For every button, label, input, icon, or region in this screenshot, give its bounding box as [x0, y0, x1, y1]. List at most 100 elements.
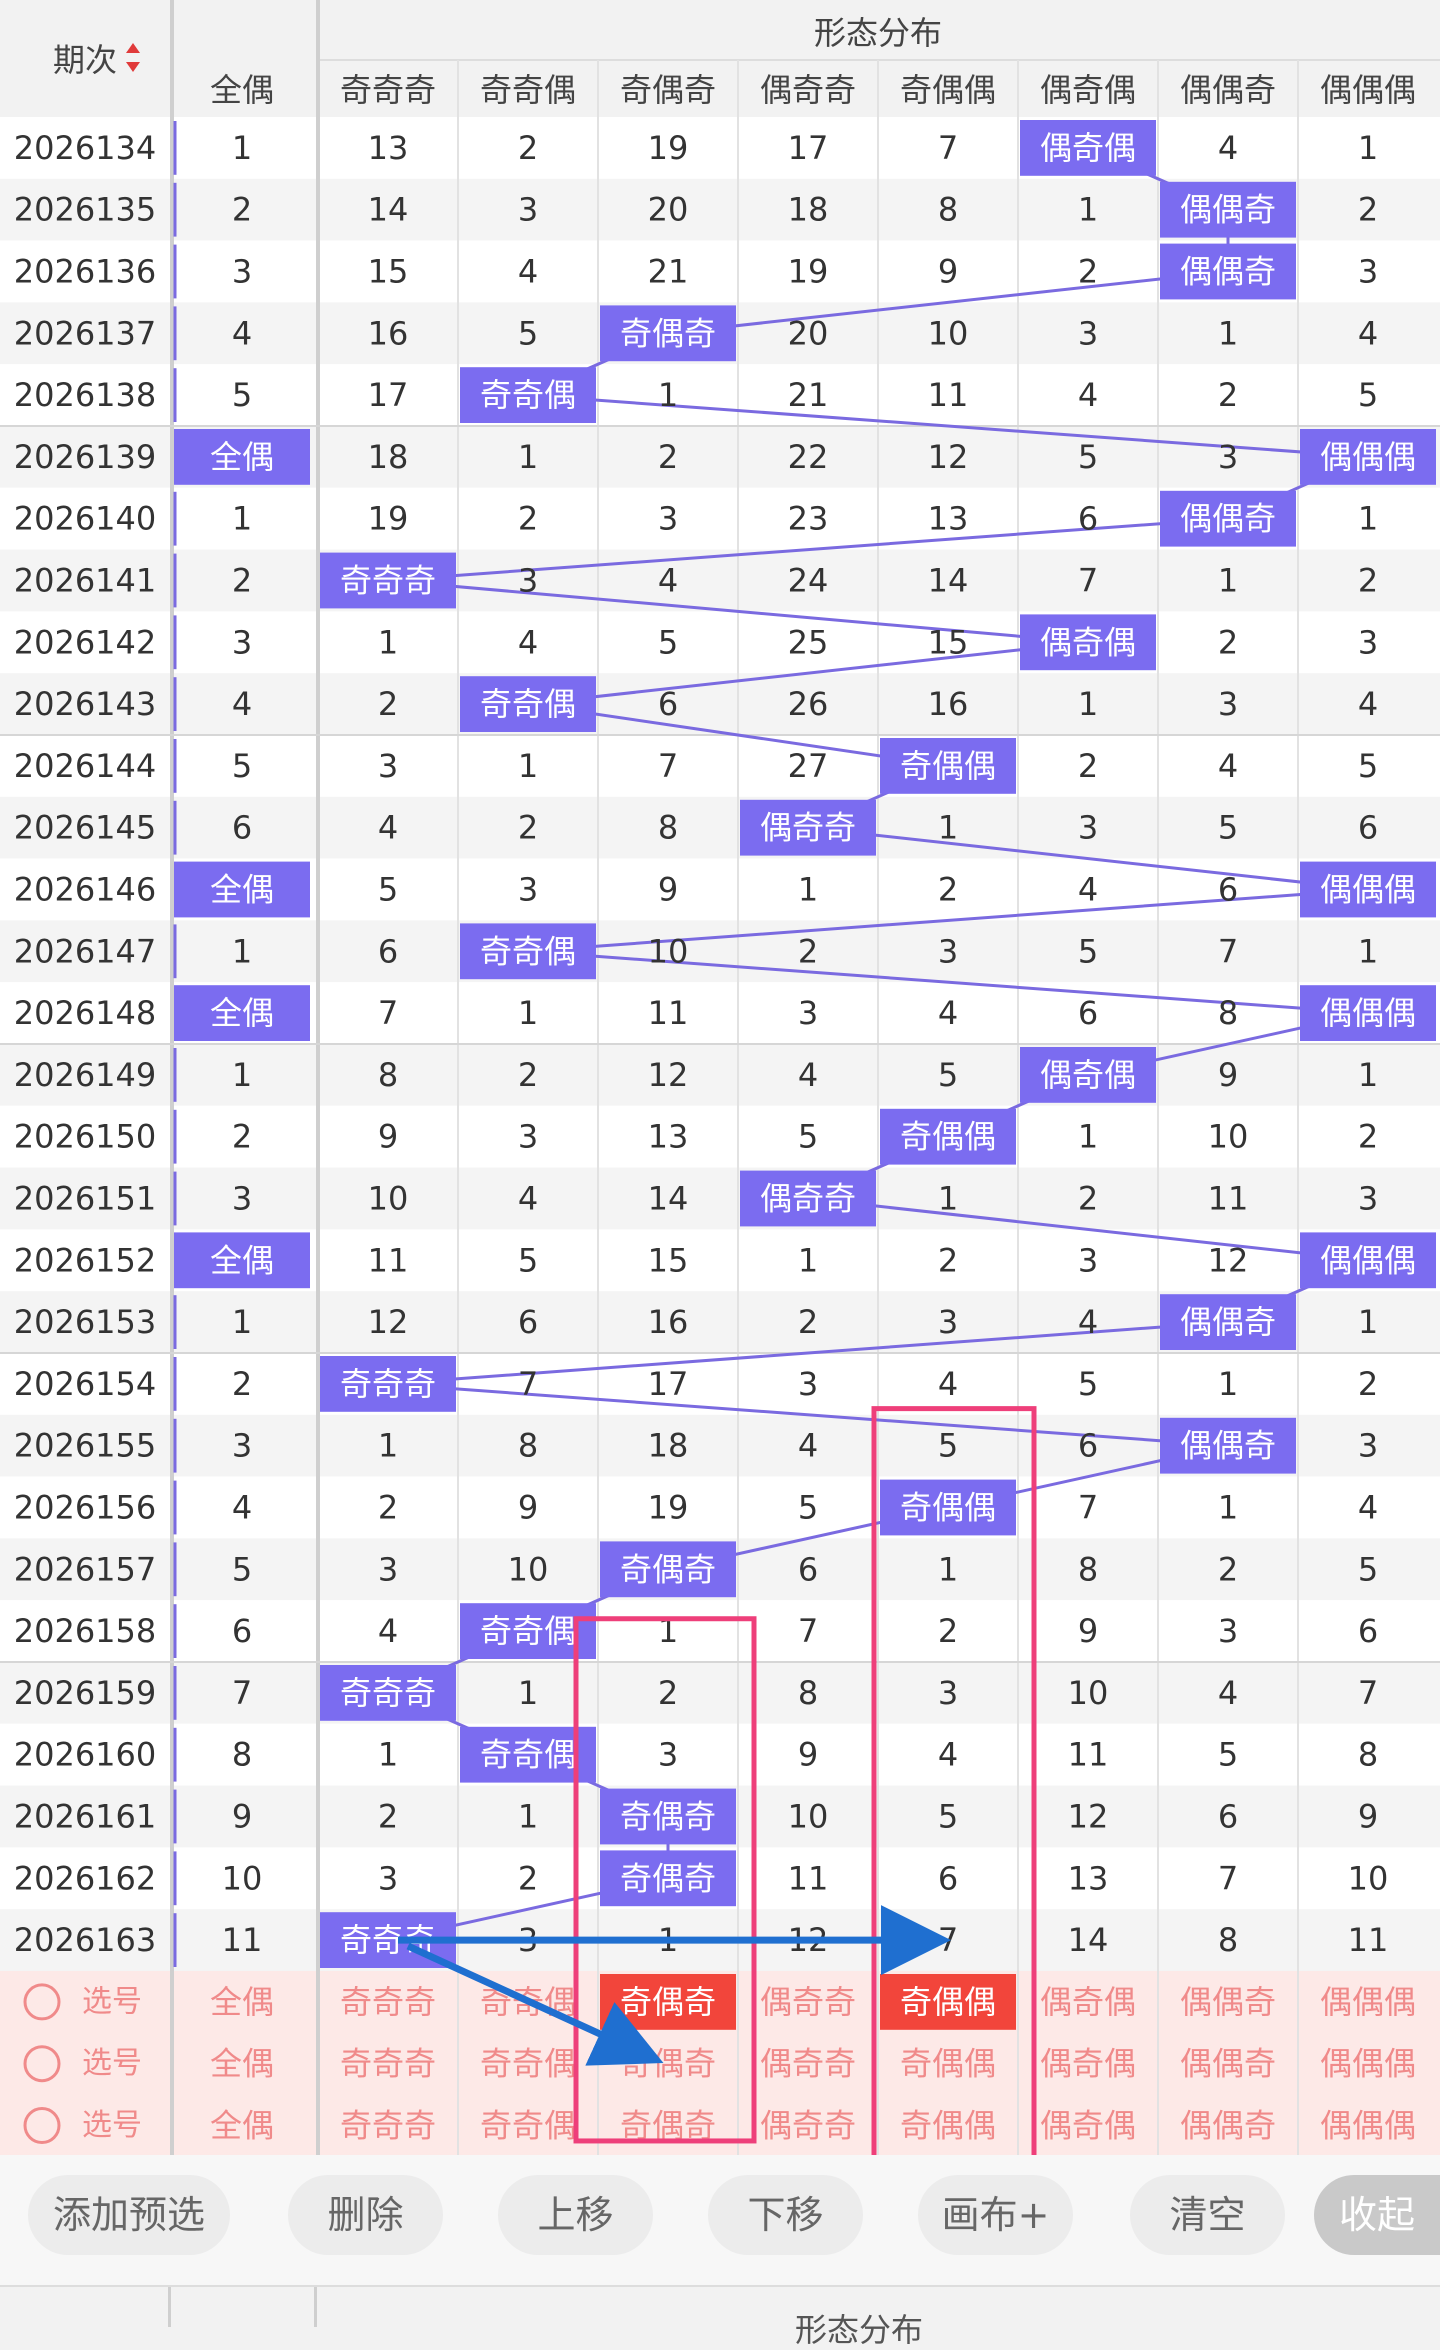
column-divider: [314, 2287, 317, 2327]
omission-cell: 2: [798, 932, 818, 970]
select-option[interactable]: 奇偶偶: [900, 2107, 996, 2145]
hit-cell-label: 偶偶奇: [1180, 1427, 1276, 1465]
select-row-label: 选号: [82, 1984, 142, 2019]
select-option[interactable]: 偶奇偶: [1040, 1983, 1136, 2021]
omission-cell: 8: [1078, 1550, 1098, 1588]
omission-cell: 11: [928, 376, 969, 414]
select-option[interactable]: 全偶: [210, 1983, 274, 2021]
period-cell: 2026141: [14, 562, 157, 600]
select-option[interactable]: 偶偶偶: [1320, 2045, 1416, 2083]
select-option[interactable]: 偶奇奇: [760, 2045, 856, 2083]
select-option[interactable]: 奇奇奇: [340, 2045, 436, 2083]
bottom-table-header: 形态分布: [0, 2285, 1440, 2350]
omission-cell: 4: [1078, 1303, 1098, 1341]
omission-cell: 2: [378, 1489, 398, 1527]
select-option[interactable]: 奇奇偶: [480, 2107, 576, 2145]
canvas-plus-button[interactable]: 画布+: [918, 2175, 1073, 2255]
hit-cell-label: 偶奇偶: [1040, 623, 1136, 661]
omission-cell: 11: [368, 1241, 409, 1279]
omission-cell: 3: [232, 623, 252, 661]
omission-cell: 12: [928, 438, 969, 476]
select-option[interactable]: 奇奇奇: [340, 2107, 436, 2145]
hit-cell-label: 奇偶奇: [620, 1798, 716, 1836]
hit-cell-label: 奇奇奇: [340, 1674, 436, 1712]
omission-cell: 9: [232, 1798, 252, 1836]
period-column-header[interactable]: 期次: [53, 41, 117, 79]
hit-cell-label: 奇奇奇: [340, 562, 436, 600]
omission-cell: 3: [1078, 1241, 1098, 1279]
omission-cell: 2: [1358, 1118, 1378, 1156]
omission-cell: 7: [798, 1612, 818, 1650]
select-option[interactable]: 偶奇奇: [760, 2107, 856, 2145]
move-up-button[interactable]: 上移: [498, 2175, 653, 2255]
select-option[interactable]: 偶偶奇: [1180, 2107, 1276, 2145]
group-label: 形态分布: [795, 2311, 924, 2349]
omission-cell: 26: [788, 685, 829, 723]
omission-cell: 2: [232, 1365, 252, 1403]
omission-cell: 9: [658, 871, 678, 909]
select-option[interactable]: 奇偶偶: [900, 2045, 996, 2083]
omission-cell: 4: [1218, 1674, 1238, 1712]
column-divider: [168, 2287, 171, 2327]
omission-cell: 3: [518, 1118, 538, 1156]
select-option[interactable]: 全偶: [210, 2107, 274, 2145]
omission-cell: 5: [232, 1550, 252, 1588]
select-option[interactable]: 偶偶奇: [1180, 2045, 1276, 2083]
omission-cell: 6: [1078, 500, 1098, 538]
omission-cell: 24: [788, 562, 829, 600]
omission-cell: 1: [378, 623, 398, 661]
period-cell: 2026154: [14, 1365, 157, 1403]
omission-cell: 3: [938, 1303, 958, 1341]
select-option[interactable]: 奇奇奇: [340, 1983, 436, 2021]
omission-cell: 3: [232, 1180, 252, 1218]
hit-cell-label: 奇奇偶: [480, 1736, 576, 1774]
hit-cell-label: 偶奇偶: [1040, 1056, 1136, 1094]
select-option[interactable]: 偶奇偶: [1040, 2045, 1136, 2083]
add-preselect-button[interactable]: 添加预选: [28, 2175, 230, 2255]
hit-cell-label: 偶奇奇: [760, 1180, 856, 1218]
omission-cell: 15: [368, 253, 409, 291]
omission-cell: 8: [378, 1056, 398, 1094]
collapse-button[interactable]: 收起: [1314, 2175, 1440, 2255]
omission-cell: 3: [378, 747, 398, 785]
omission-cell: 2: [938, 1241, 958, 1279]
omission-cell: 7: [938, 1921, 958, 1959]
omission-cell: 5: [798, 1489, 818, 1527]
omission-cell: 3: [518, 191, 538, 229]
omission-cell: 4: [232, 314, 252, 352]
select-option[interactable]: 偶偶偶: [1320, 1983, 1416, 2021]
selected-option-label: 奇偶偶: [900, 1983, 996, 2021]
omission-cell: 11: [1068, 1736, 1109, 1774]
omission-cell: 6: [1218, 871, 1238, 909]
omission-cell: 7: [1078, 562, 1098, 600]
omission-cell: 2: [658, 438, 678, 476]
omission-cell: 4: [378, 809, 398, 847]
select-option[interactable]: 偶奇奇: [760, 1983, 856, 2021]
omission-cell: 11: [1208, 1180, 1249, 1218]
period-cell: 2026162: [14, 1859, 157, 1897]
omission-cell: 18: [788, 191, 829, 229]
select-option[interactable]: 偶偶偶: [1320, 2107, 1416, 2145]
select-option[interactable]: 偶偶奇: [1180, 1983, 1276, 2021]
select-option[interactable]: 偶奇偶: [1040, 2107, 1136, 2145]
omission-cell: 1: [1078, 191, 1098, 229]
omission-cell: 4: [1218, 129, 1238, 167]
omission-cell: 2: [518, 129, 538, 167]
omission-cell: 5: [1078, 1365, 1098, 1403]
omission-cell: 2: [938, 871, 958, 909]
period-cell: 2026142: [14, 623, 157, 661]
select-option[interactable]: 奇奇偶: [480, 2045, 576, 2083]
omission-cell: 6: [518, 1303, 538, 1341]
hit-cell-label: 偶奇偶: [1040, 129, 1136, 167]
delete-button[interactable]: 删除: [288, 2175, 443, 2255]
omission-cell: 3: [1218, 438, 1238, 476]
omission-cell: 19: [648, 1489, 689, 1527]
omission-cell: 6: [658, 685, 678, 723]
omission-cell: 15: [928, 623, 969, 661]
clear-button[interactable]: 清空: [1130, 2175, 1285, 2255]
period-cell: 2026150: [14, 1118, 157, 1156]
select-option[interactable]: 全偶: [210, 2045, 274, 2083]
omission-cell: 22: [788, 438, 829, 476]
hit-cell-label: 偶偶奇: [1180, 500, 1276, 538]
move-down-button[interactable]: 下移: [708, 2175, 863, 2255]
